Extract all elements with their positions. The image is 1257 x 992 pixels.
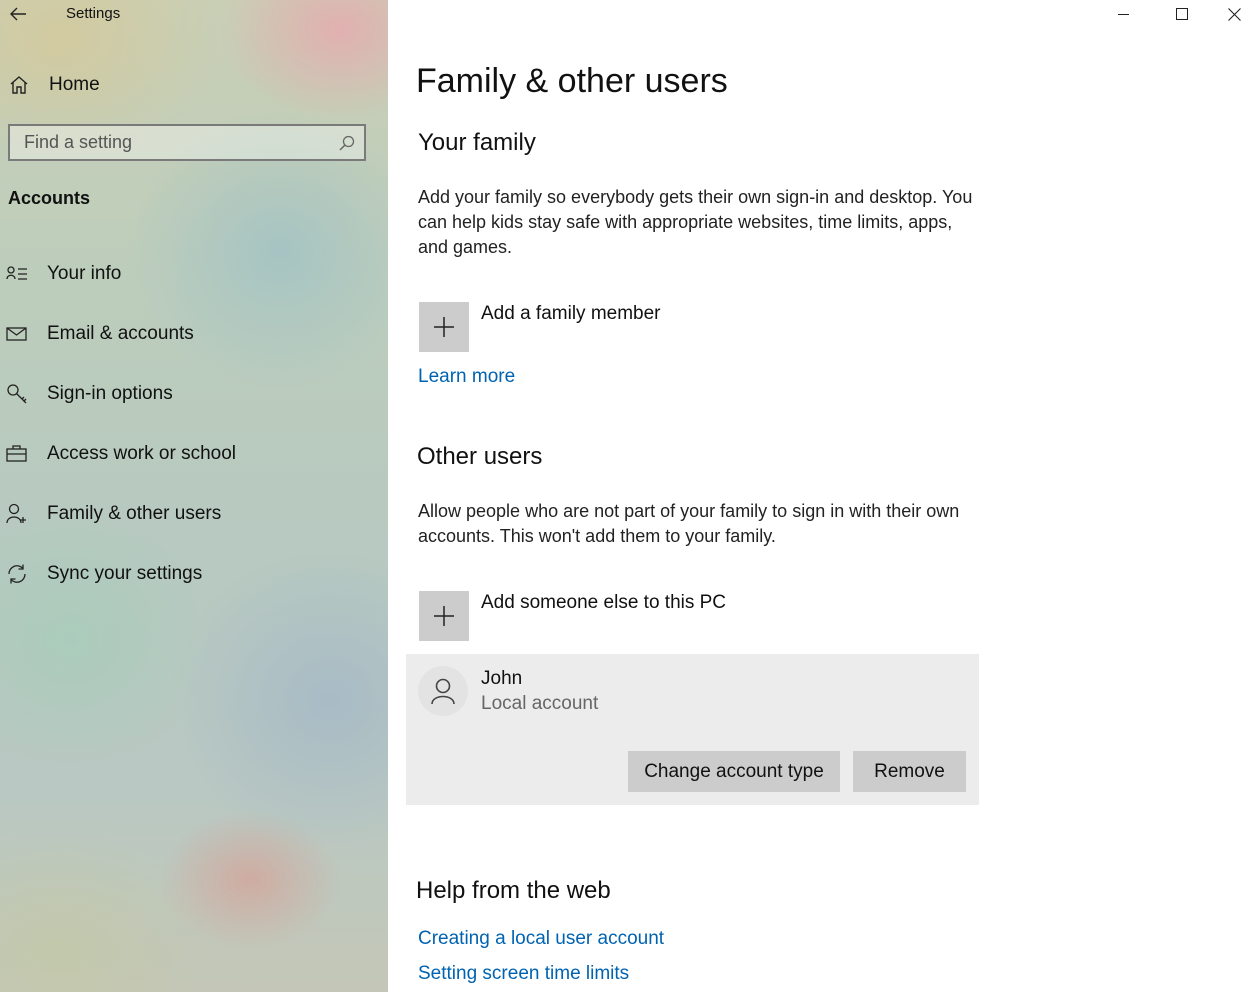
plus-icon [419,591,469,641]
home-button[interactable]: Home [8,71,100,99]
sidebar: Settings Home Accounts Your [0,0,388,992]
change-account-type-button[interactable]: Change account type [628,751,840,792]
app-title: Settings [66,5,121,22]
search-box[interactable] [8,124,366,161]
section-label: Accounts [8,188,91,208]
user-name: John [481,668,523,689]
person-add-icon [6,503,32,525]
avatar [418,666,468,716]
sidebar-item-label: Email & accounts [47,323,194,344]
home-label: Home [49,74,100,95]
briefcase-icon [6,443,32,465]
add-someone-else-button[interactable]: Add someone else to this PC [419,591,726,641]
sync-icon [6,563,32,585]
sidebar-item-label: Family & other users [47,503,222,524]
key-icon [6,383,32,405]
minimize-button[interactable] [1101,0,1147,28]
help-heading: Help from the web [416,877,611,904]
back-arrow-icon [10,7,26,21]
sidebar-item-email-accounts[interactable]: Email & accounts [6,318,194,350]
add-family-member-button[interactable]: Add a family member [419,302,661,352]
home-icon [10,76,28,94]
close-button[interactable] [1211,0,1257,28]
your-family-description: Add your family so everybody gets their … [418,187,973,257]
other-users-description: Allow people who are not part of your fa… [418,501,960,546]
user-account-type: Local account [481,693,599,714]
maximize-button[interactable] [1159,0,1205,28]
sidebar-item-family-other-users[interactable]: Family & other users [6,498,221,530]
sidebar-item-label: Sync your settings [47,563,203,584]
sidebar-item-sign-in-options[interactable]: Sign-in options [6,378,173,410]
sidebar-item-sync-settings[interactable]: Sync your settings [6,558,202,590]
sidebar-item-access-work-school[interactable]: Access work or school [6,438,236,470]
settings-window: Settings Home Accounts Your [0,0,1257,992]
sidebar-item-label: Your info [47,263,122,284]
page-title: Family & other users [416,62,728,100]
add-family-member-label: Add a family member [481,303,661,324]
person-card-icon [6,263,32,285]
help-link-local-account[interactable]: Creating a local user account [418,928,664,950]
sidebar-item-label: Access work or school [47,443,237,464]
your-family-heading: Your family [418,129,536,156]
person-icon [431,678,455,705]
learn-more-link[interactable]: Learn more [418,366,515,388]
help-link-screen-time[interactable]: Setting screen time limits [418,963,629,985]
sidebar-item-your-info[interactable]: Your info [6,258,121,290]
remove-button[interactable]: Remove [853,751,966,792]
search-input[interactable] [10,126,334,159]
close-icon [1227,7,1241,21]
mail-icon [6,323,32,345]
back-button[interactable] [6,2,30,26]
other-users-heading: Other users [417,443,543,470]
minimize-icon [1118,14,1129,15]
maximize-icon [1176,8,1188,20]
plus-icon [419,302,469,352]
add-someone-else-label: Add someone else to this PC [481,592,727,613]
sidebar-item-label: Sign-in options [47,383,173,404]
search-icon[interactable] [338,134,356,152]
user-account-card[interactable]: John Local account Change account type R… [406,654,979,805]
